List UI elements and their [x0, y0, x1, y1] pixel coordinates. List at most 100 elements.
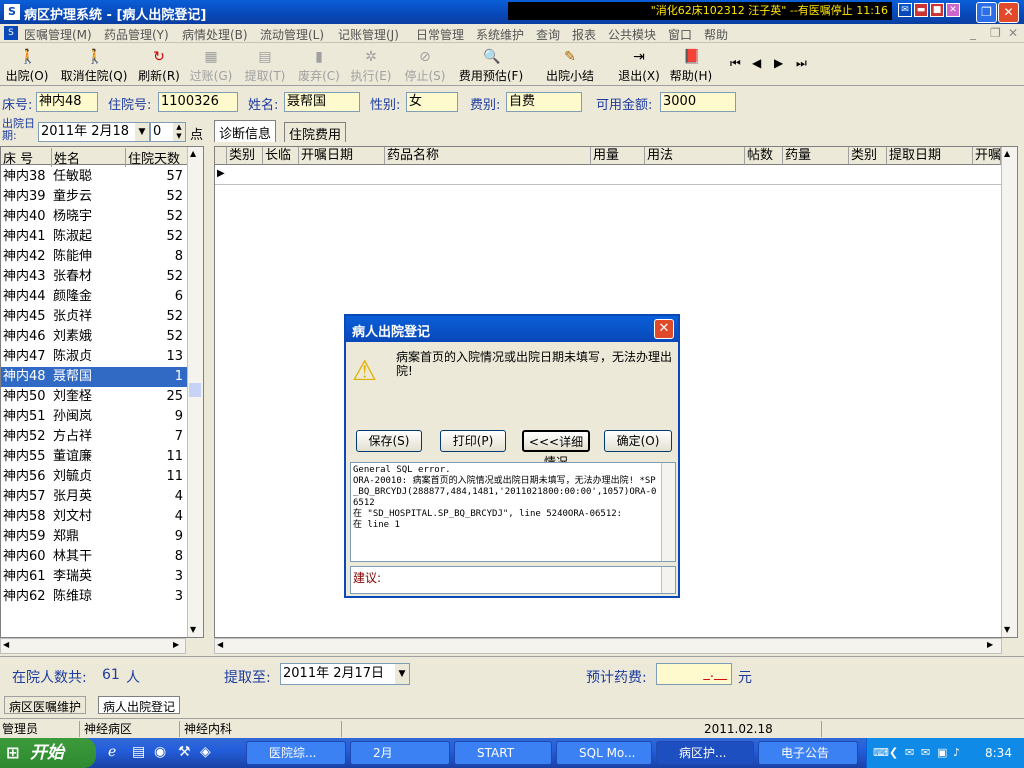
- spinner-arrows-icon[interactable]: ▲ ▼: [173, 123, 185, 141]
- mdi-tab-orders[interactable]: 病区医嘱维护: [4, 696, 87, 714]
- menu-help[interactable]: 帮助: [704, 26, 728, 43]
- task-sql[interactable]: SQL Mo...: [556, 741, 652, 765]
- grid-row[interactable]: ▶: [215, 165, 1001, 185]
- menu-flow[interactable]: 流动管理(L): [260, 26, 324, 43]
- extract-button[interactable]: ▤ 提取(T): [242, 46, 288, 84]
- dialog-ok-button[interactable]: 确定(O): [604, 430, 672, 452]
- patient-row[interactable]: 神内42 陈能伸 8: [1, 247, 187, 267]
- post-button[interactable]: ▦ 过账(G): [188, 46, 234, 84]
- gender-field[interactable]: 女: [406, 92, 458, 112]
- patient-row[interactable]: 神内61 李瑞英 3: [1, 567, 187, 587]
- discharge-button[interactable]: 🚶 出院(O): [4, 46, 50, 84]
- task-start[interactable]: START: [454, 741, 552, 765]
- grid-col-usage[interactable]: 用法: [645, 147, 745, 165]
- start-button[interactable]: ⊞ 开始: [0, 738, 96, 768]
- media-icon[interactable]: ◉: [154, 744, 166, 760]
- patient-row[interactable]: 神内41 陈淑起 52: [1, 227, 187, 247]
- cancel-discharge-button[interactable]: 🚶 取消住院(Q): [58, 46, 130, 84]
- suggestion-scrollbar[interactable]: [661, 567, 675, 593]
- scroll-left-icon[interactable]: ◀: [3, 640, 9, 649]
- scroll-down-icon[interactable]: ▼: [190, 625, 196, 634]
- inpatient-field[interactable]: 1100326: [158, 92, 238, 112]
- execute-button[interactable]: ✲ 执行(E): [348, 46, 394, 84]
- dialog-close-button[interactable]: ✕: [654, 319, 674, 339]
- balance-field[interactable]: 3000: [660, 92, 736, 112]
- patient-row[interactable]: 神内46 刘素娥 52: [1, 327, 187, 347]
- grid-col-amount[interactable]: 药量: [783, 147, 849, 165]
- patient-row[interactable]: 神内44 颜隆金 6: [1, 287, 187, 307]
- patient-row[interactable]: 神内51 孙闽岚 9: [1, 407, 187, 427]
- patient-hscrollbar[interactable]: ◀ ▶: [0, 638, 186, 654]
- help-button[interactable]: 📕 帮助(H): [668, 46, 714, 84]
- refresh-button[interactable]: ↻ 刷新(R): [136, 46, 182, 84]
- patient-row[interactable]: 神内50 刘奎柽 25: [1, 387, 187, 407]
- tray-expand-icon[interactable]: ❮: [889, 738, 898, 768]
- grid-col-dose[interactable]: 用量: [591, 147, 645, 165]
- last-record-icon[interactable]: ⏭: [796, 56, 807, 71]
- patient-row[interactable]: 神内39 童步云 52: [1, 187, 187, 207]
- patient-row[interactable]: 神内40 杨晓宇 52: [1, 207, 187, 227]
- patient-row[interactable]: 神内45 张贞祥 52: [1, 307, 187, 327]
- prev-record-icon[interactable]: ◀: [752, 56, 761, 70]
- restore-button[interactable]: ❐: [976, 2, 997, 23]
- menu-daily[interactable]: 日常管理: [416, 26, 464, 43]
- menu-accounting[interactable]: 记账管理(J): [338, 26, 399, 43]
- tab-diagnosis[interactable]: 诊断信息: [214, 120, 277, 142]
- scroll-left-icon[interactable]: ◀: [217, 640, 223, 649]
- discard-button[interactable]: ▮ 废弃(C): [296, 46, 342, 84]
- tray-mail2-icon[interactable]: ✉: [921, 738, 930, 768]
- dialog-details-button[interactable]: <<<详细情况: [522, 430, 590, 469]
- grid-col-drug[interactable]: 药品名称: [385, 147, 591, 165]
- scroll-up-icon[interactable]: ▲: [190, 149, 196, 158]
- patient-row[interactable]: 神内48 聂帮国 1: [1, 367, 187, 387]
- bed-field[interactable]: 神内48: [36, 92, 98, 112]
- grid-col-type[interactable]: 类别: [227, 147, 263, 165]
- summary-button[interactable]: ✎ 出院小结: [544, 46, 596, 84]
- grid-hscrollbar[interactable]: ◀ ▶: [214, 638, 1002, 654]
- patient-row[interactable]: 神内43 张春材 52: [1, 267, 187, 287]
- stop-button[interactable]: ⊘ 停止(S): [400, 46, 450, 84]
- patient-row[interactable]: 神内57 张月英 4: [1, 487, 187, 507]
- mail-icon[interactable]: ✉: [898, 3, 912, 17]
- dropdown-arrow-icon[interactable]: ▼: [395, 664, 409, 684]
- estimate-button[interactable]: 🔍 费用预估(F): [456, 46, 526, 84]
- error-detail-textarea[interactable]: General SQL error. ORA-20010: 病案首页的入院情况或…: [350, 462, 676, 562]
- patient-row[interactable]: 神内62 陈维琼 3: [1, 587, 187, 607]
- detail-scrollbar[interactable]: [661, 463, 675, 561]
- dialog-print-button[interactable]: 打印(P): [440, 430, 506, 452]
- next-record-icon[interactable]: ▶: [774, 56, 783, 70]
- first-record-icon[interactable]: ⏮: [730, 56, 741, 71]
- scroll-down-icon[interactable]: ▼: [1004, 625, 1010, 634]
- discharge-hour-spinner[interactable]: 0 ▲ ▼: [150, 122, 186, 142]
- tab-fees[interactable]: 住院费用: [284, 122, 347, 143]
- network-icon[interactable]: ▣: [937, 738, 947, 768]
- tool-icon[interactable]: ⚒: [178, 744, 191, 760]
- exit-button[interactable]: ⇥ 退出(X): [616, 46, 662, 84]
- menu-drugs[interactable]: 药品管理(Y): [104, 26, 169, 43]
- patient-row[interactable]: 神内56 刘毓贞 11: [1, 467, 187, 487]
- scroll-right-icon[interactable]: ▶: [173, 640, 179, 649]
- mdi-close-icon[interactable]: ✕: [1008, 26, 1018, 40]
- menu-public[interactable]: 公共模块: [608, 26, 656, 43]
- tray-close-icon[interactable]: ✕: [946, 3, 960, 17]
- mdi-tab-discharge[interactable]: 病人出院登记: [98, 696, 181, 714]
- menu-report[interactable]: 报表: [572, 26, 596, 43]
- extract-date-picker[interactable]: 2011年 2月17日 ▼: [280, 663, 410, 685]
- task-feb[interactable]: 2月: [350, 741, 450, 765]
- suggestion-box[interactable]: 建议:: [350, 566, 676, 594]
- patient-row[interactable]: 神内58 刘文村 4: [1, 507, 187, 527]
- grid-col-longterm[interactable]: 长临: [263, 147, 299, 165]
- dropdown-arrow-icon[interactable]: ▼: [135, 123, 149, 141]
- scroll-right-icon[interactable]: ▶: [987, 640, 993, 649]
- mdi-restore-icon[interactable]: ❐: [990, 26, 1001, 40]
- patient-list-scrollbar[interactable]: ▲ ▼: [187, 147, 203, 637]
- menu-window[interactable]: 窗口: [668, 26, 692, 43]
- scroll-thumb[interactable]: [189, 383, 201, 397]
- task-bulletin[interactable]: 电子公告: [758, 741, 858, 765]
- patient-row[interactable]: 神内55 董谊廉 11: [1, 447, 187, 467]
- col-days[interactable]: 住院天数: [125, 148, 187, 167]
- fee-field[interactable]: 自费: [506, 92, 582, 112]
- patient-row[interactable]: 神内38 任敏聪 57: [1, 167, 187, 187]
- patient-row[interactable]: 神内47 陈淑贞 13: [1, 347, 187, 367]
- menu-system[interactable]: 系统维护: [476, 26, 524, 43]
